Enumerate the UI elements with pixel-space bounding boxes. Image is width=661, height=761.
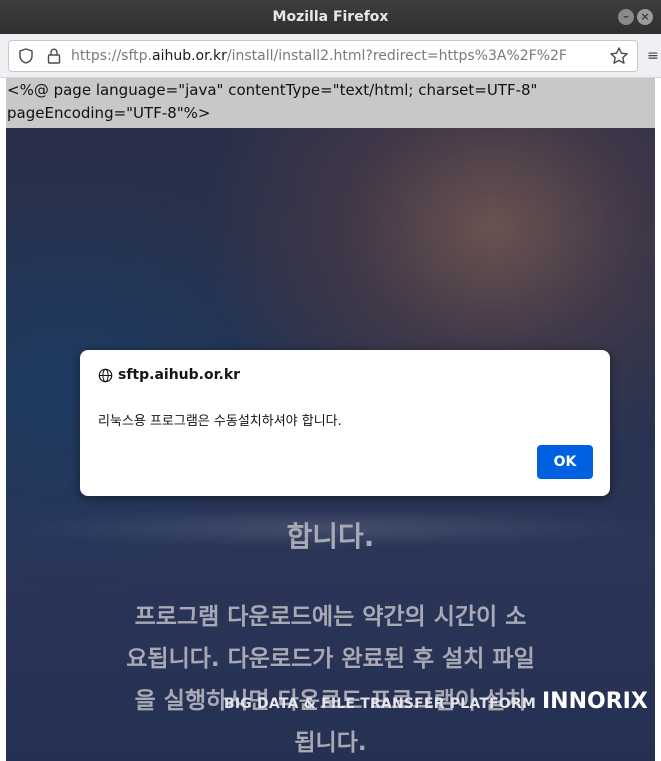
alert-dialog: sftp.aihub.or.kr 리눅스용 프로그램은 수동설치하셔야 합니다.… — [80, 350, 610, 496]
url-domain: aihub.or.kr — [152, 48, 227, 64]
window-titlebar: Mozilla Firefox – × — [0, 0, 661, 34]
brand-logo: INNORIX — [542, 689, 648, 714]
url-text[interactable]: https://sftp.aihub.or.kr/install/install… — [71, 48, 609, 64]
dialog-origin-label: sftp.aihub.or.kr — [118, 367, 241, 383]
ok-button[interactable]: OK — [537, 445, 593, 479]
navigation-toolbar: https://sftp.aihub.or.kr/install/install… — [0, 34, 661, 78]
close-button[interactable]: × — [637, 9, 653, 25]
page-text-line: 합니다. — [286, 520, 375, 553]
jsp-directive-line-1: <%@ page language="java" contentType="te… — [7, 81, 538, 99]
tracking-protection-shield-icon[interactable] — [19, 48, 33, 64]
window-controls: – × — [618, 9, 653, 25]
url-bar[interactable]: https://sftp.aihub.or.kr/install/install… — [8, 40, 638, 72]
app-menu-icon[interactable]: ≡ — [647, 48, 661, 64]
dialog-origin: sftp.aihub.or.kr — [98, 367, 240, 383]
url-prefix: https://sftp. — [71, 48, 152, 64]
bookmark-star-icon[interactable] — [609, 46, 629, 66]
jsp-directive-line-2: pageEncoding="UTF-8"%> — [7, 104, 211, 122]
globe-icon — [98, 368, 113, 382]
page-text-line: 됩니다. — [294, 730, 367, 756]
minimize-button[interactable]: – — [618, 9, 634, 25]
page-text-line: 요됩니다. 다운로드가 완료된 후 설치 파일 — [126, 646, 535, 672]
platform-tagline: BIG DATA & FILE TRANSFER PLATFORM — [224, 696, 537, 712]
lock-icon[interactable] — [47, 48, 61, 64]
window-title: Mozilla Firefox — [272, 9, 389, 25]
dialog-message: 리눅스용 프로그램은 수동설치하셔야 합니다. — [98, 414, 342, 429]
url-path: /install/install2.html?redirect=https%3A… — [226, 48, 567, 64]
page-text-line: 프로그램 다운로드에는 약간의 시간이 소 — [134, 604, 527, 630]
